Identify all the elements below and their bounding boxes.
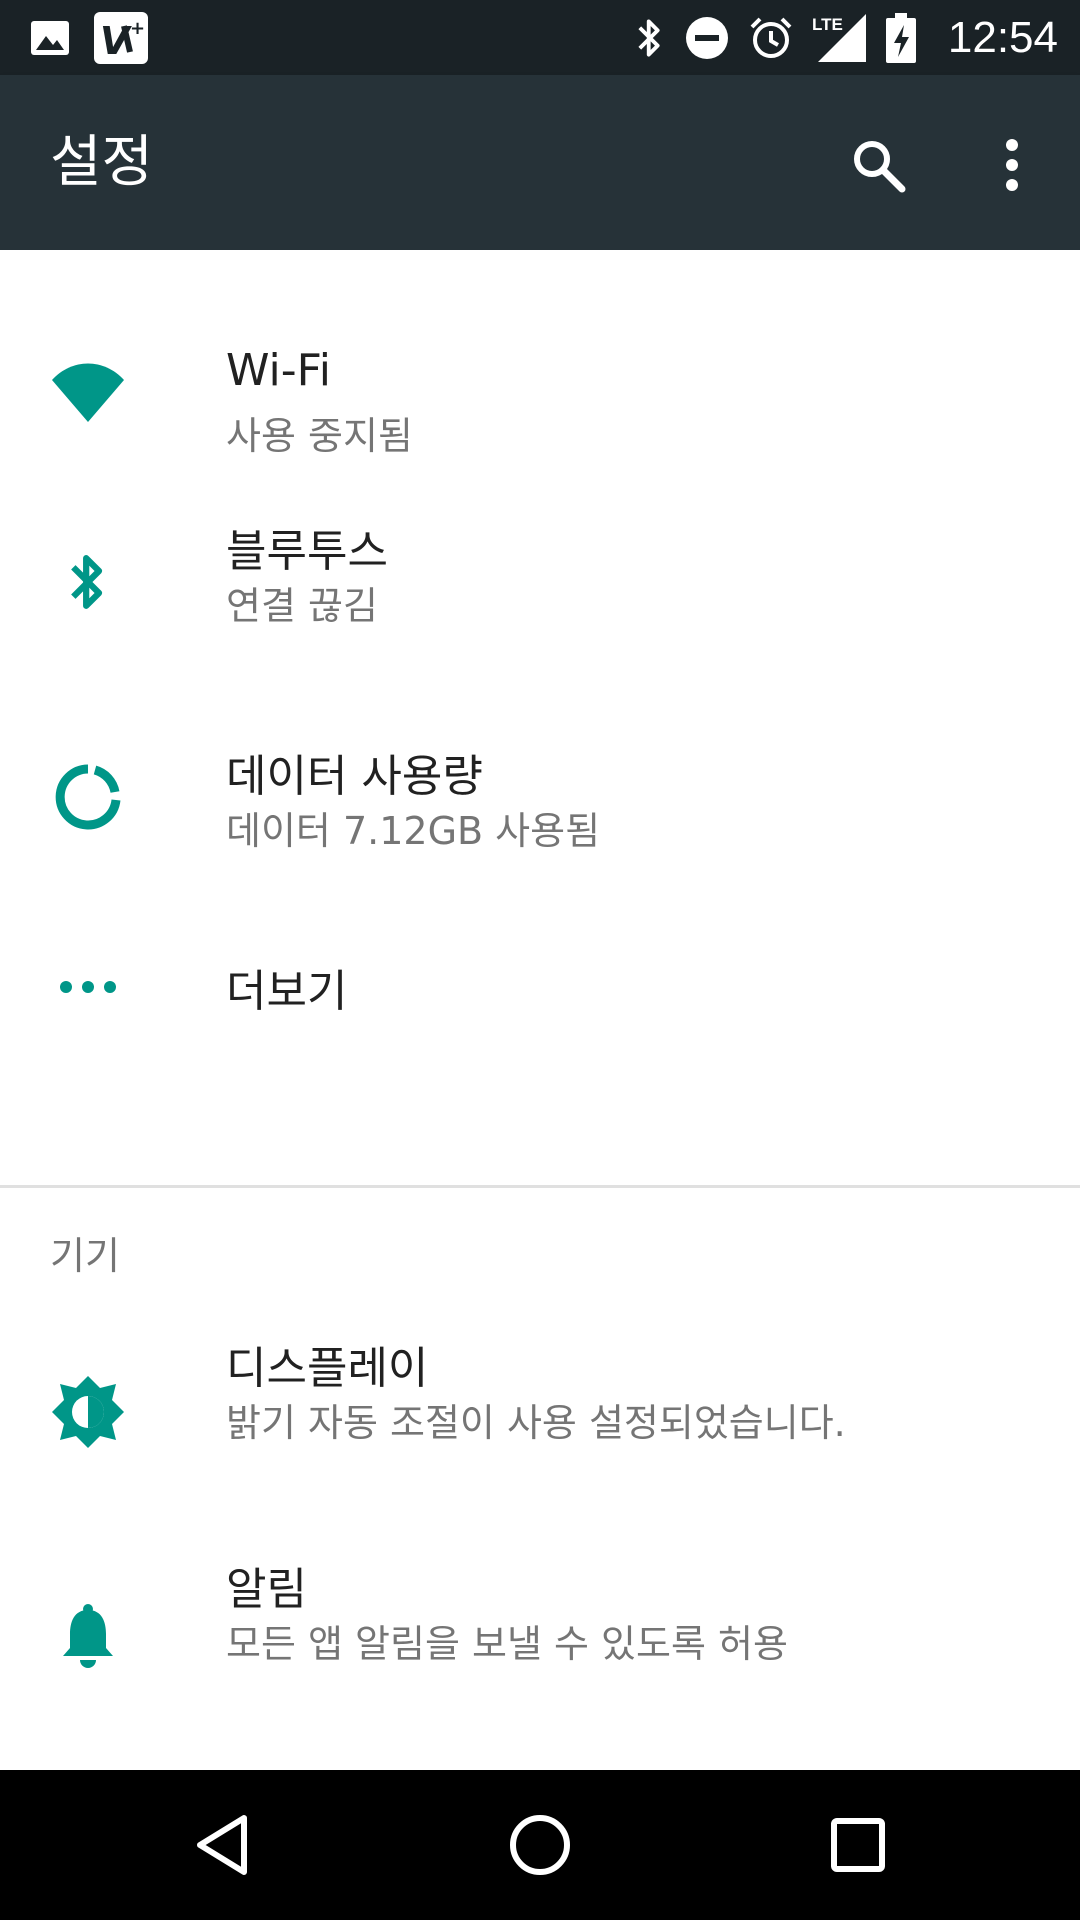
battery-charging-icon [885, 12, 916, 63]
home-icon [510, 1815, 570, 1875]
setting-subtitle: 데이터 7.12GB 사용됨 [226, 809, 601, 853]
setting-subtitle: 연결 끊김 [226, 584, 378, 628]
data-usage-icon [46, 755, 130, 839]
bluetooth-icon [46, 540, 130, 624]
page-title: 설정 [50, 130, 154, 195]
svg-text:LTE: LTE [812, 15, 843, 34]
more-vert-icon [1006, 139, 1018, 191]
search-icon [854, 141, 906, 193]
setting-more[interactable]: 더보기 [0, 915, 1080, 1180]
setting-wifi[interactable]: Wi-Fi 사용 중지됨 [0, 250, 1080, 470]
setting-subtitle: 밝기 자동 조절이 사용 설정되었습니다. [226, 1401, 846, 1445]
setting-title: 더보기 [226, 966, 348, 1017]
setting-title: 블루투스 [226, 526, 388, 577]
setting-subtitle: 모든 앱 알림을 보낼 수 있도록 허용 [226, 1622, 788, 1666]
settings-list: Wi-Fi 사용 중지됨 블루투스 연결 끊김 데이터 사용량 데이터 7.12… [0, 250, 1080, 1770]
do-not-disturb-icon [684, 15, 730, 61]
section-header-device: 기기 [50, 1234, 120, 1278]
setting-display[interactable]: 디스플레이 밝기 자동 조절이 사용 설정되었습니다. [0, 1343, 1080, 1595]
recents-button[interactable] [808, 1795, 908, 1895]
section-divider [0, 1185, 1080, 1188]
setting-title: 데이터 사용량 [226, 751, 483, 802]
status-time: 12:54 [947, 12, 1058, 62]
setting-title: 디스플레이 [226, 1343, 429, 1394]
setting-data-usage[interactable]: 데이터 사용량 데이터 7.12GB 사용됨 [0, 695, 1080, 915]
back-icon [197, 1815, 247, 1875]
more-horiz-icon [46, 945, 130, 1029]
back-button[interactable] [172, 1795, 272, 1895]
app-notification-icon: V + [94, 12, 148, 64]
setting-subtitle: 사용 중지됨 [226, 414, 413, 458]
app-bar: 설정 [0, 75, 1080, 250]
setting-title: 알림 [226, 1564, 307, 1615]
setting-notifications[interactable]: 알림 모든 앱 알림을 보낼 수 있도록 허용 [0, 1564, 1080, 1770]
wifi-icon [46, 350, 130, 434]
home-button[interactable] [490, 1795, 590, 1895]
setting-title: Wi-Fi [226, 345, 331, 396]
search-button[interactable] [838, 125, 918, 205]
svg-text:+: + [130, 18, 145, 39]
bluetooth-icon [634, 15, 666, 61]
navigation-bar [0, 1770, 1080, 1920]
recents-icon [831, 1818, 885, 1872]
status-bar: V + LTE 12:54 [0, 0, 1080, 75]
lte-signal-icon: LTE [812, 12, 868, 64]
alarm-icon [748, 15, 794, 61]
more-options-button[interactable] [972, 125, 1052, 205]
bell-icon [46, 1595, 130, 1679]
image-icon [30, 20, 70, 56]
setting-bluetooth[interactable]: 블루투스 연결 끊김 [0, 470, 1080, 695]
brightness-icon [46, 1370, 130, 1454]
